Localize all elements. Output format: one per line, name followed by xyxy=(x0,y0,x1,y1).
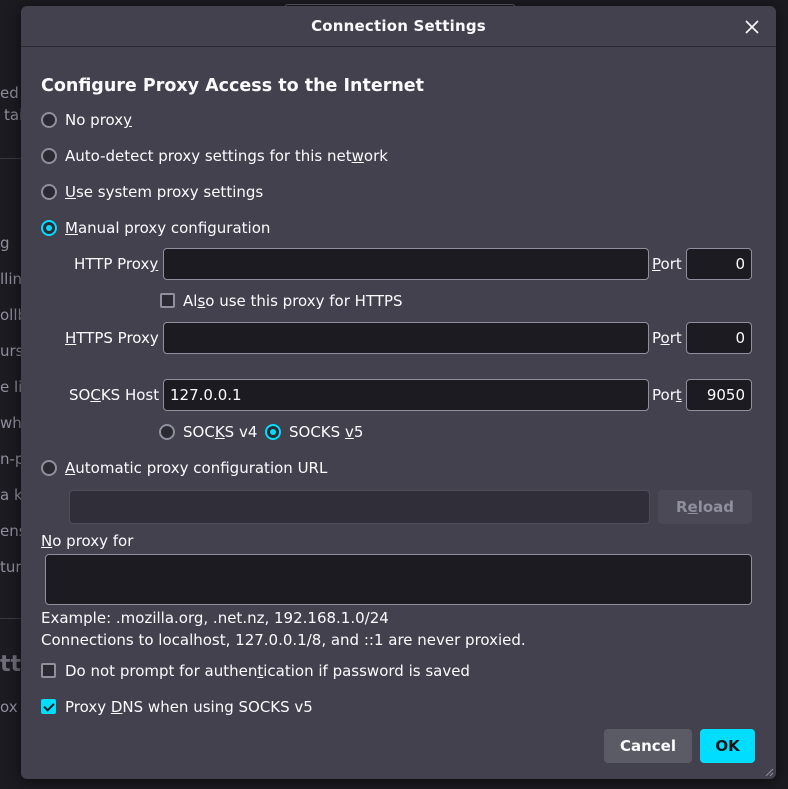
close-button[interactable] xyxy=(738,13,766,41)
proxy-dns-checkbox[interactable] xyxy=(41,699,56,714)
auto-config-url-radio[interactable] xyxy=(41,460,57,476)
no-proxy-label[interactable]: No proxy xyxy=(65,110,132,130)
background-text: ed xyxy=(0,84,19,102)
socks-v5-label[interactable]: SOCKS v5 xyxy=(289,422,363,442)
section-heading: Configure Proxy Access to the Internet xyxy=(41,76,425,96)
also-https-checkbox[interactable] xyxy=(160,293,175,308)
http-port-input[interactable]: 0 xyxy=(686,248,752,280)
cancel-button[interactable]: Cancel xyxy=(604,729,692,763)
background-text: a k xyxy=(0,486,23,504)
background-text: urs xyxy=(0,342,24,360)
auto-detect-radio[interactable] xyxy=(41,148,57,164)
no-auth-prompt-label[interactable]: Do not prompt for authentication if pass… xyxy=(65,661,470,681)
socks-port-input[interactable]: 9050 xyxy=(686,379,752,411)
reload-button[interactable]: Re load xyxy=(658,490,752,524)
no-proxy-for-textarea[interactable] xyxy=(45,554,752,605)
manual-proxy-radio[interactable] xyxy=(41,220,57,236)
socks-v4-radio[interactable] xyxy=(159,424,175,440)
close-icon xyxy=(745,20,759,34)
https-proxy-input[interactable] xyxy=(163,322,649,354)
background-divider xyxy=(0,158,22,159)
socks-v4-label[interactable]: SOCKS v4 xyxy=(183,422,257,442)
socks-host-label: SOCKS Host xyxy=(69,386,160,404)
connection-settings-dialog: Connection Settings Configure Proxy Acce… xyxy=(21,6,776,779)
https-proxy-label: HTTPS Proxy xyxy=(65,329,159,347)
https-port-label: Port xyxy=(652,329,682,347)
dialog-titlebar: Connection Settings xyxy=(21,6,776,47)
background-text: g xyxy=(0,234,10,252)
also-https-label[interactable]: Also use this proxy for HTTPS xyxy=(183,291,403,311)
system-proxy-label[interactable]: Use system proxy settings xyxy=(65,182,263,202)
manual-proxy-label[interactable]: Manual proxy configuration xyxy=(65,218,270,238)
proxy-dns-label[interactable]: Proxy DNS when using SOCKS v5 xyxy=(65,697,313,717)
auto-config-url-input[interactable] xyxy=(69,490,650,524)
auto-detect-label[interactable]: Auto-detect proxy settings for this netw… xyxy=(65,146,388,166)
no-auth-prompt-checkbox[interactable] xyxy=(41,663,56,678)
ok-button[interactable]: OK xyxy=(700,729,755,763)
system-proxy-radio[interactable] xyxy=(41,184,57,200)
example-text: Example: .mozilla.org, .net.nz, 192.168.… xyxy=(41,609,389,627)
http-proxy-input[interactable] xyxy=(163,248,649,280)
background-divider xyxy=(0,618,22,619)
auto-config-url-label[interactable]: Automatic proxy configuration URL xyxy=(65,458,327,478)
http-proxy-label: HTTP Proxy xyxy=(74,255,159,273)
socks-port-label: Port xyxy=(652,386,682,404)
resize-grip-icon[interactable] xyxy=(764,767,774,777)
http-port-label: Port xyxy=(652,255,682,273)
dialog-title: Connection Settings xyxy=(311,17,486,35)
socks-v5-radio[interactable] xyxy=(265,424,281,440)
no-proxy-for-label: No proxy for xyxy=(41,532,134,550)
https-port-input[interactable]: 0 xyxy=(686,322,752,354)
localhost-note: Connections to localhost, 127.0.0.1/8, a… xyxy=(41,631,526,649)
no-proxy-radio[interactable] xyxy=(41,112,57,128)
socks-host-input[interactable]: 127.0.0.1 xyxy=(163,379,649,411)
background-text: llin xyxy=(0,270,23,288)
